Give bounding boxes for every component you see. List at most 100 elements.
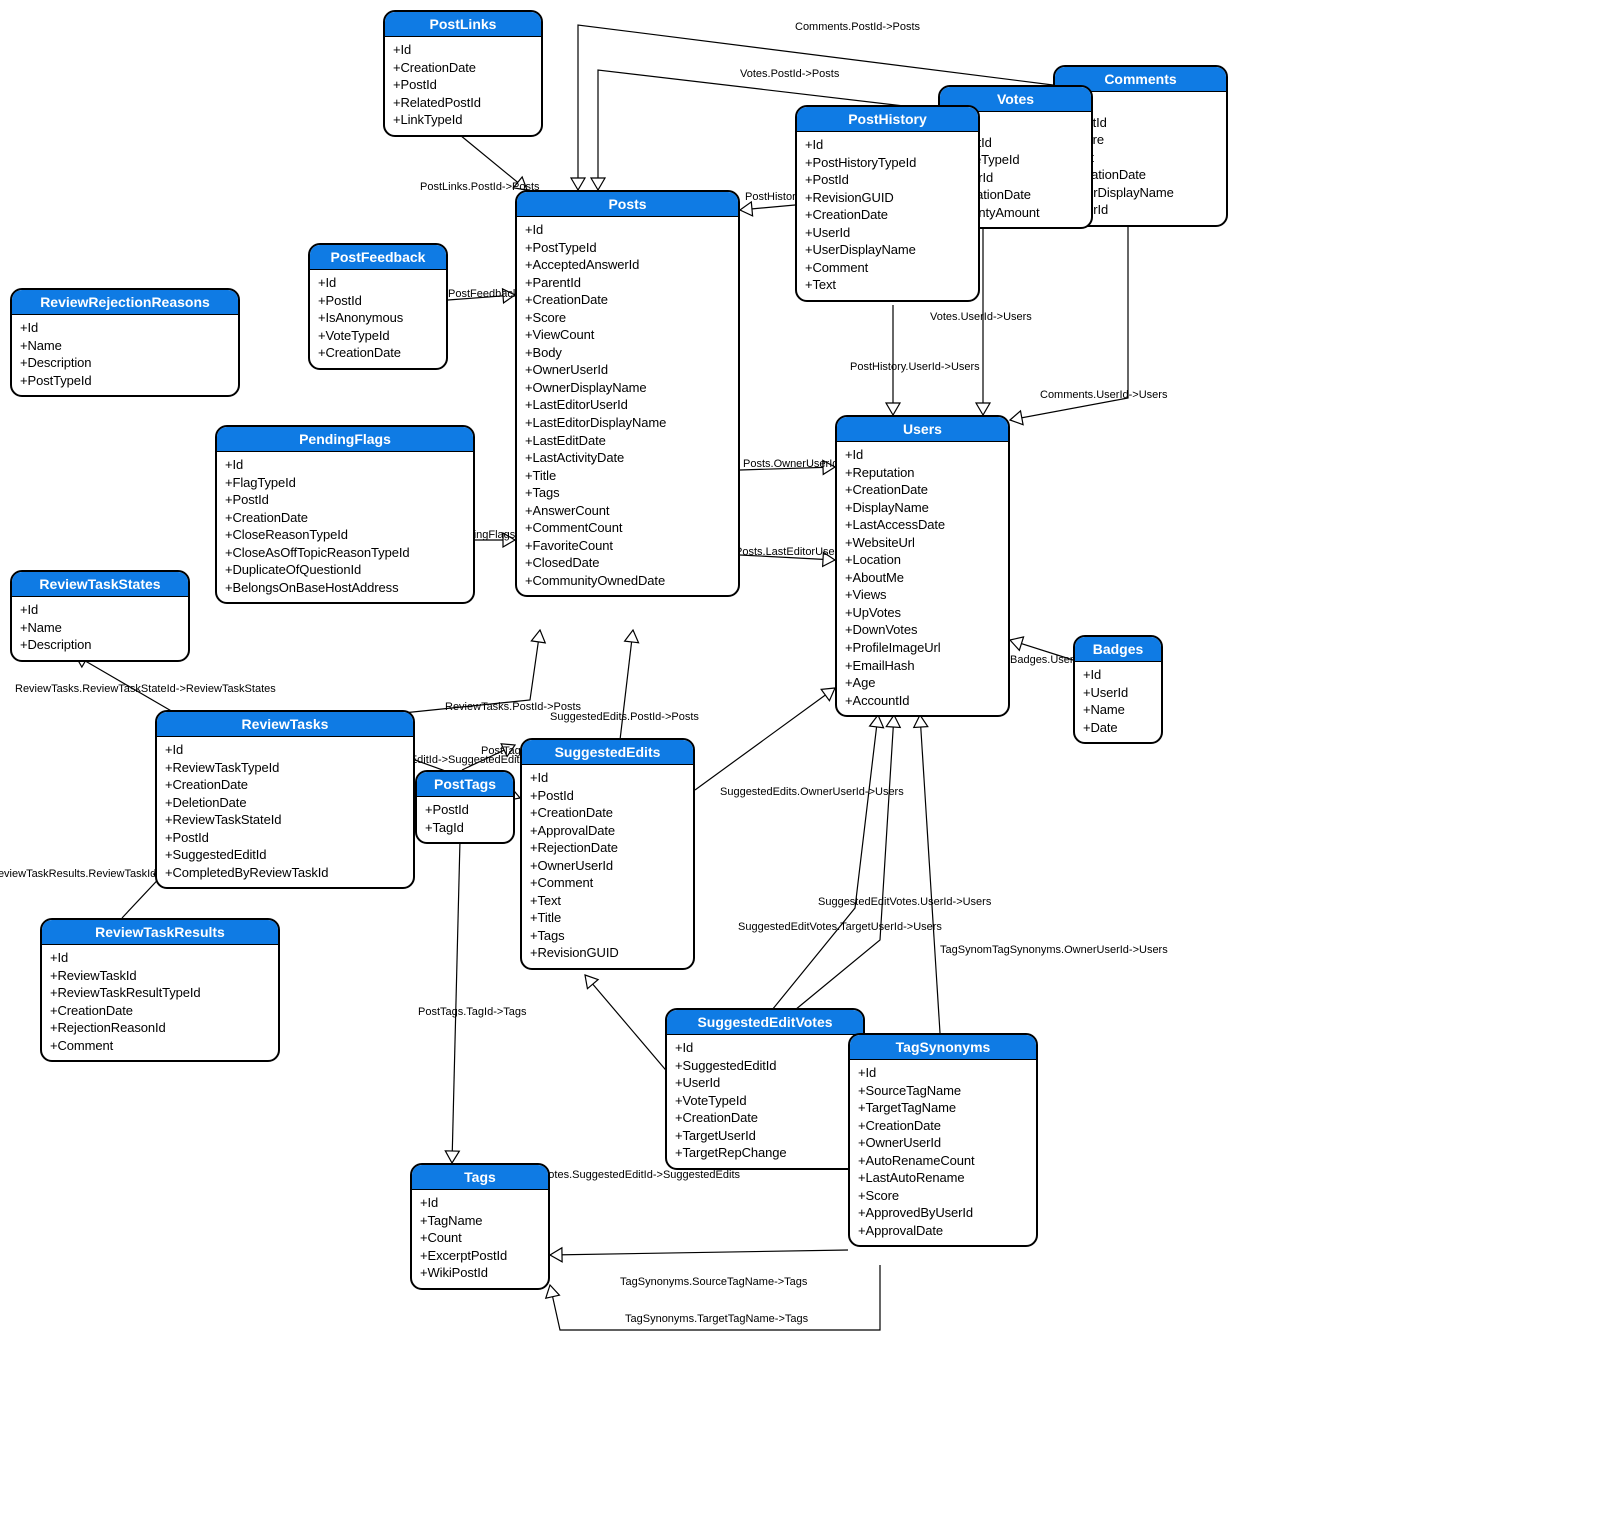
entity-attrs: +Id+SourceTagName+TargetTagName+Creation…: [850, 1060, 1036, 1245]
entity-attr: +TargetTagName: [858, 1099, 1028, 1117]
entity-attr: +CreationDate: [525, 291, 730, 309]
entity-attr: +OwnerUserId: [858, 1134, 1028, 1152]
entity-title: ReviewTaskResults: [42, 920, 278, 945]
entity-attr: +Id: [805, 136, 970, 154]
relation-line: [740, 555, 835, 560]
entity-attr: +DownVotes: [845, 621, 1000, 639]
relation-label: Votes.PostId->Posts: [740, 68, 840, 80]
entity-attrs: +Id+CreationDate+PostId+RelatedPostId+Li…: [385, 37, 541, 135]
entity-attr: +Id: [858, 1064, 1028, 1082]
entity-attr: +RejectionDate: [530, 839, 685, 857]
entity-reviewtaskresults: ReviewTaskResults+Id+ReviewTaskId+Review…: [40, 918, 280, 1062]
entity-attr: +PostId: [225, 491, 465, 509]
entity-attrs: +Id+SuggestedEditId+UserId+VoteTypeId+Cr…: [667, 1035, 863, 1168]
entity-attr: +UserDisplayName: [805, 241, 970, 259]
relation-line: [462, 745, 515, 770]
entity-attr: +Id: [50, 949, 270, 967]
relation-arrowhead: [550, 1248, 562, 1262]
entity-attr: +PostId: [318, 292, 438, 310]
entity-attr: +PostId: [393, 76, 533, 94]
entity-title: Users: [837, 417, 1008, 442]
relation-line: [460, 135, 527, 190]
entity-suggestededits: SuggestedEdits+Id+PostId+CreationDate+Ap…: [520, 738, 695, 970]
relation-line: [75, 655, 180, 716]
entity-attr: +PostTypeId: [525, 239, 730, 257]
entity-attr: +DeletionDate: [165, 794, 405, 812]
entity-attr: +CreationDate: [675, 1109, 855, 1127]
entity-title: PostFeedback: [310, 245, 446, 270]
entity-attr: +Name: [20, 619, 180, 637]
entity-attr: +Id: [530, 769, 685, 787]
relation-line: [695, 688, 835, 790]
entity-attrs: +Id+FlagTypeId+PostId+CreationDate+Close…: [217, 452, 473, 602]
relation-arrowhead: [571, 178, 585, 190]
entity-attr: +Location: [845, 551, 1000, 569]
entity-attr: +AcceptedAnswerId: [525, 256, 730, 274]
entity-attr: +Title: [525, 467, 730, 485]
entity-attr: +CreationDate: [805, 206, 970, 224]
entity-attr: +BelongsOnBaseHostAddress: [225, 579, 465, 597]
entity-title: PostTags: [417, 772, 513, 797]
entity-attr: +LastEditorDisplayName: [525, 414, 730, 432]
entity-attr: +Id: [20, 319, 230, 337]
entity-attr: +CreationDate: [393, 59, 533, 77]
entity-attr: +UpVotes: [845, 604, 1000, 622]
relation-line: [550, 1265, 880, 1330]
entity-attr: +CloseReasonTypeId: [225, 526, 465, 544]
entity-attr: +PostTypeId: [20, 372, 230, 390]
relation-arrowhead: [445, 1151, 459, 1163]
entity-attr: +AnswerCount: [525, 502, 730, 520]
relation-arrowhead: [886, 403, 900, 415]
relation-line: [1010, 640, 1073, 660]
entity-attr: +CreationDate: [318, 344, 438, 362]
relation-arrowhead: [823, 552, 835, 566]
entity-posttags: PostTags+PostId+TagId: [415, 770, 515, 844]
relation-arrowhead: [1010, 411, 1023, 425]
entity-attr: +RelatedPostId: [393, 94, 533, 112]
entity-tags: Tags+Id+TagName+Count+ExcerptPostId+Wiki…: [410, 1163, 550, 1290]
entity-attrs: +Id+UserId+Name+Date: [1075, 662, 1161, 742]
entity-attr: +Text: [530, 892, 685, 910]
relation-label: SuggestedEdits.OwnerUserId->Users: [720, 786, 904, 798]
entity-attr: +Id: [1083, 666, 1153, 684]
entity-attr: +Name: [20, 337, 230, 355]
entity-attr: +ReviewTaskStateId: [165, 811, 405, 829]
entity-attr: +ViewCount: [525, 326, 730, 344]
entity-attr: +ExcerptPostId: [420, 1247, 540, 1265]
entity-title: Tags: [412, 1165, 548, 1190]
entity-title: PendingFlags: [217, 427, 473, 452]
entity-attr: +PostId: [805, 171, 970, 189]
entity-attr: +CreationDate: [858, 1117, 1028, 1135]
relation-arrowhead: [1010, 637, 1024, 650]
entity-attr: +Id: [420, 1194, 540, 1212]
entity-attrs: +Id+PostId+IsAnonymous+VoteTypeId+Creati…: [310, 270, 446, 368]
entity-attr: +UserId: [675, 1074, 855, 1092]
entity-attr: +DuplicateOfQuestionId: [225, 561, 465, 579]
relation-label: TagSynonyms.TargetTagName->Tags: [625, 1313, 809, 1325]
entity-postlinks: PostLinks+Id+CreationDate+PostId+Related…: [383, 10, 543, 137]
entity-reviewtasks: ReviewTasks+Id+ReviewTaskTypeId+Creation…: [155, 710, 415, 889]
entity-attr: +CreationDate: [50, 1002, 270, 1020]
entity-attr: +Description: [20, 636, 180, 654]
relation-label: Comments.UserId->Users: [1040, 389, 1168, 401]
relation-line: [740, 205, 795, 210]
entity-attr: +LastEditorUserId: [525, 396, 730, 414]
entity-attrs: +Id+Name+Description: [12, 597, 188, 660]
entity-title: Badges: [1075, 637, 1161, 662]
entity-attrs: +Id+PostId+CreationDate+ApprovalDate+Rej…: [522, 765, 693, 968]
relation-line: [920, 715, 940, 1033]
relation-label: TagSynonyms.SourceTagName->Tags: [620, 1276, 808, 1288]
entity-attr: +Date: [1083, 719, 1153, 737]
entity-reviewrejectionreasons: ReviewRejectionReasons+Id+Name+Descripti…: [10, 288, 240, 397]
entity-attr: +FlagTypeId: [225, 474, 465, 492]
entity-attr: +ApprovedByUserId: [858, 1204, 1028, 1222]
relation-line: [740, 467, 835, 470]
entity-attr: +CreationDate: [845, 481, 1000, 499]
entity-attr: +PostId: [530, 787, 685, 805]
entity-attr: +ParentId: [525, 274, 730, 292]
relation-label: PostTags.TagId->Tags: [418, 1006, 527, 1018]
entity-attr: +WikiPostId: [420, 1264, 540, 1282]
entity-suggestededitvotes: SuggestedEditVotes+Id+SuggestedEditId+Us…: [665, 1008, 865, 1170]
entity-attr: +FavoriteCount: [525, 537, 730, 555]
entity-attr: +Views: [845, 586, 1000, 604]
